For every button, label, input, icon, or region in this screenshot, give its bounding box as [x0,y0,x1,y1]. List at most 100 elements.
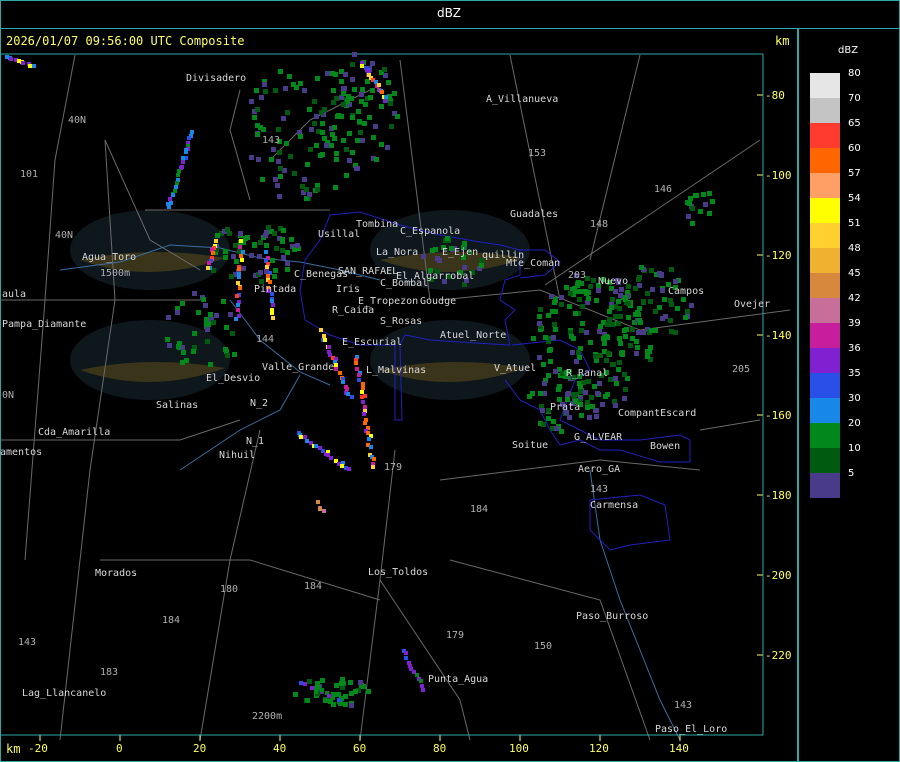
route-number: 40N [55,230,74,241]
echo-cell [698,209,703,214]
place-label: Paso_Burroso [576,611,649,622]
echo-cell [314,444,318,448]
echo-cell [302,177,307,182]
echo-cell [369,445,373,449]
echo-cell [238,231,243,236]
echo-cell [348,680,353,685]
echo-cell [578,389,583,394]
echo-cell [579,413,584,418]
echo-cell [543,335,548,340]
echo-cell [604,358,609,363]
route-number: 0N [2,390,15,401]
echo-cell [688,196,693,201]
echo-cell [613,289,618,294]
echo-cell [266,225,271,230]
echo-cell [610,322,615,327]
place-label: Campos [668,286,705,297]
echo-cell [546,373,551,378]
echo-cell [312,121,317,126]
echo-cell [332,125,337,130]
echo-cell [320,678,325,683]
echo-cell [278,69,283,74]
echo-cell [305,162,310,167]
echo-cell [230,331,235,336]
echo-cell [347,467,351,471]
legend-label: 30 [848,393,861,404]
echo-cell [662,297,667,302]
x-tick: 80 [433,742,447,755]
echo-cell [334,151,339,156]
echo-cell [271,303,275,307]
echo-cell [339,681,344,686]
echo-cell [190,130,194,134]
echo-cell [320,688,324,692]
echo-cell [346,392,350,396]
place-label: S_Rosas [380,316,423,327]
echo-cell [314,690,318,694]
echo-cell [538,391,543,396]
echo-cell [367,115,372,120]
echo-cell [590,404,595,409]
echo-cell [295,243,300,248]
echo-cell [260,177,265,182]
legend-swatch [810,473,840,498]
echo-cell [559,302,564,307]
echo-cell [358,680,363,685]
echo-cell [360,64,364,68]
echo-cell [315,187,320,192]
y-tick: -120 [765,249,792,262]
y-tick: -180 [765,489,792,502]
legend-swatch [810,73,840,98]
echo-cell [333,185,338,190]
echo-cell [334,367,338,371]
echo-cell [354,166,359,171]
echo-cell [648,345,653,350]
route-number: 179 [384,462,403,473]
echo-cell [597,381,602,386]
echo-cell [307,679,312,684]
place-label: Prata [550,402,581,413]
echo-cell [634,339,639,344]
echo-cell [327,694,331,698]
echo-cell [287,74,292,79]
echo-cell [633,286,638,291]
echo-cell [650,287,655,292]
place-label: Pintada [254,284,297,295]
echo-cell [176,173,180,177]
echo-cell [255,132,260,137]
legend-label: 39 [848,318,861,329]
echo-cell [635,345,640,350]
echo-cell [325,71,330,76]
route-number: 143 [262,135,281,146]
echo-cell [237,275,241,279]
echo-cell [462,265,467,270]
echo-cell [588,284,593,289]
echo-cell [223,255,228,260]
echo-cell [669,267,674,272]
echo-cell [616,299,621,304]
echo-cell [703,202,708,207]
echo-cell [530,391,535,396]
echo-cell [175,310,180,315]
echo-cell [277,150,282,155]
echo-cell [208,362,213,367]
place-label: R_Ranal [566,368,609,379]
echo-cell [694,193,699,198]
echo-cell [360,390,364,394]
echo-cell [602,341,607,346]
echo-cell [681,297,686,302]
echo-cell [331,696,335,700]
place-label: E_Escurial [342,337,403,348]
echo-cell [575,283,580,288]
echo-cell [269,157,274,162]
echo-cell [305,698,310,703]
route-number: 205 [732,364,751,375]
echo-cell [344,173,349,178]
place-label: Ovejer [734,299,771,310]
echo-cell [181,160,185,164]
x-tick: 60 [353,742,367,755]
echo-cell [592,384,597,389]
echo-cell [206,266,210,270]
echo-cell [639,265,644,270]
echo-cell [278,166,283,171]
